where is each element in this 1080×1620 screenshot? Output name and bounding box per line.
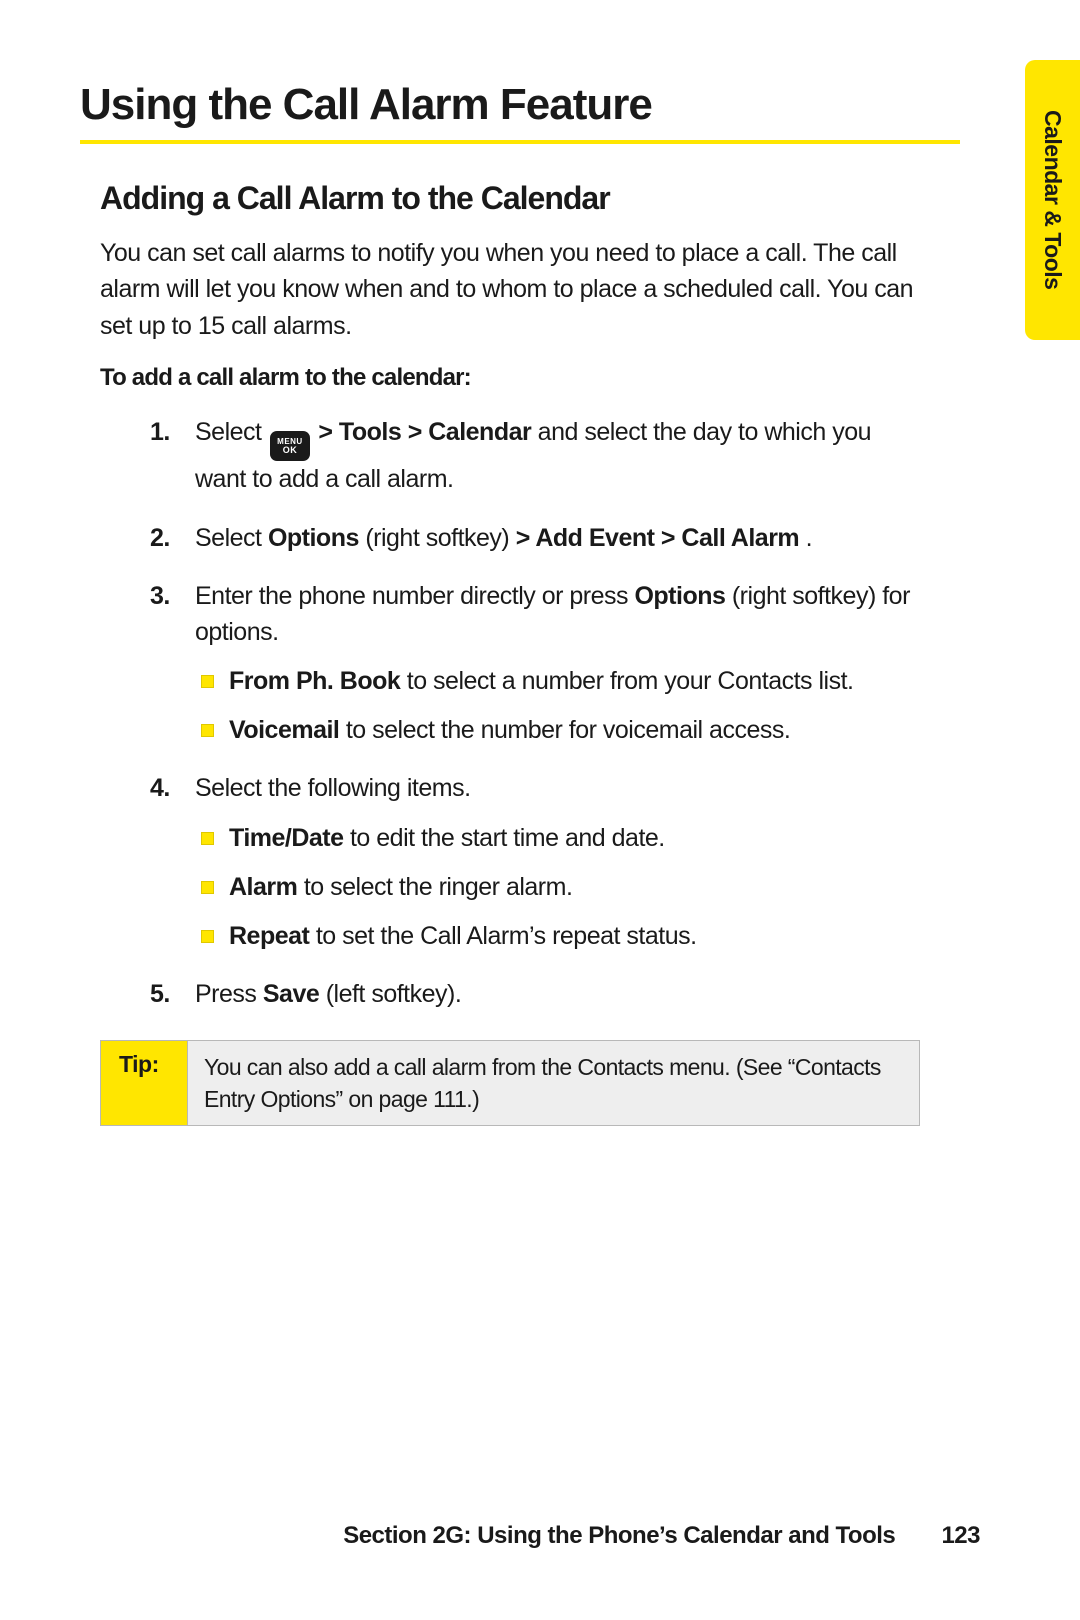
step-4-bullets: Time/Date to edit the start time and dat…: [195, 821, 920, 954]
bullet-text: to select the ringer alarm.: [304, 873, 573, 901]
bullet-bold: Repeat: [229, 922, 309, 950]
step-2: Select Options (right softkey) > Add Eve…: [140, 520, 920, 556]
menu-ok-key-icon: MENU OK: [270, 431, 310, 461]
step-5: Press Save (left softkey).: [140, 976, 920, 1012]
bullet-item: Alarm to select the ringer alarm.: [195, 870, 920, 905]
step-text: (right softkey): [365, 524, 515, 552]
step-text: Select: [195, 524, 268, 552]
manual-page: Calendar & Tools Using the Call Alarm Fe…: [0, 0, 1080, 1620]
procedure-steps: Select MENU OK > Tools > Calendar and se…: [140, 414, 920, 1012]
title-rule: [80, 140, 960, 144]
bullet-item: Voicemail to select the number for voice…: [195, 713, 920, 748]
step-text: Enter the phone number directly or press: [195, 582, 634, 610]
step-text: .: [806, 524, 812, 552]
section-tab: Calendar & Tools: [1025, 60, 1080, 340]
step-bold-path: > Add Event > Call Alarm: [516, 524, 799, 552]
footer-section: Section 2G: Using the Phone’s Calendar a…: [343, 1522, 895, 1549]
key-line2: OK: [283, 446, 298, 455]
bullet-bold: Alarm: [229, 873, 297, 901]
bullet-item: From Ph. Book to select a number from yo…: [195, 664, 920, 699]
tip-box: Tip: You can also add a call alarm from …: [100, 1040, 920, 1126]
page-footer: Section 2G: Using the Phone’s Calendar a…: [343, 1522, 980, 1550]
step-3-bullets: From Ph. Book to select a number from yo…: [195, 664, 920, 748]
bullet-item: Time/Date to edit the start time and dat…: [195, 821, 920, 856]
step-text: Select: [195, 418, 268, 446]
step-bold-path: > Tools > Calendar: [318, 418, 531, 446]
bullet-text: to set the Call Alarm’s repeat status.: [316, 922, 697, 950]
section-heading: Adding a Call Alarm to the Calendar: [100, 180, 980, 217]
bullet-bold: Voicemail: [229, 716, 339, 744]
bullet-text: to select the number for voicemail acces…: [346, 716, 790, 744]
bullet-text: to select a number from your Contacts li…: [407, 667, 854, 695]
step-text: (left softkey).: [326, 980, 462, 1008]
section-tab-label: Calendar & Tools: [1039, 110, 1066, 289]
intro-paragraph: You can set call alarms to notify you wh…: [100, 235, 920, 344]
procedure-lead: To add a call alarm to the calendar:: [100, 364, 980, 392]
bullet-item: Repeat to set the Call Alarm’s repeat st…: [195, 919, 920, 954]
page-number: 123: [941, 1522, 980, 1549]
step-4: Select the following items. Time/Date to…: [140, 770, 920, 953]
tip-label: Tip:: [101, 1041, 188, 1125]
tip-text: You can also add a call alarm from the C…: [188, 1041, 919, 1125]
step-1: Select MENU OK > Tools > Calendar and se…: [140, 414, 920, 498]
step-bold: Options: [634, 582, 725, 610]
step-text: Select the following items.: [195, 774, 471, 802]
step-text: Press: [195, 980, 263, 1008]
bullet-text: to edit the start time and date.: [350, 824, 665, 852]
bullet-bold: Time/Date: [229, 824, 344, 852]
step-bold: Options: [268, 524, 359, 552]
bullet-bold: From Ph. Book: [229, 667, 400, 695]
page-title: Using the Call Alarm Feature: [80, 80, 980, 130]
step-bold: Save: [263, 980, 319, 1008]
step-3: Enter the phone number directly or press…: [140, 578, 920, 749]
